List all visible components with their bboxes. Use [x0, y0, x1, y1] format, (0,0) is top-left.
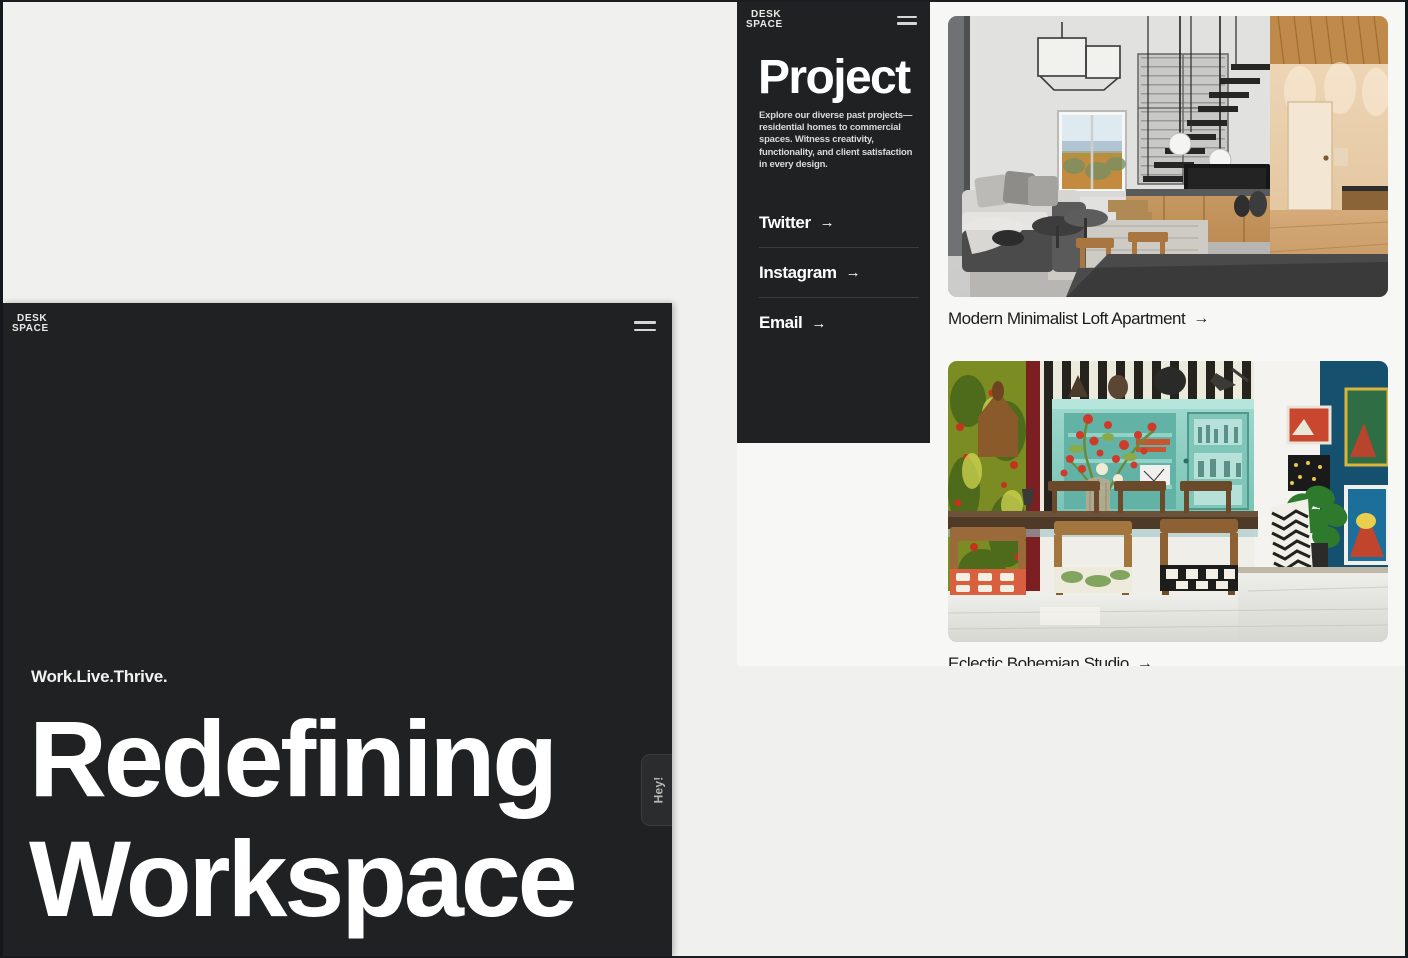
hero-title-line-2: Workspace — [29, 819, 649, 939]
project-hamburger-icon[interactable] — [897, 14, 917, 26]
project-links: Twitter → Instagram → Email → — [759, 198, 919, 348]
project-card-title: Eclectic Bohemian Studio — [948, 654, 1129, 666]
hero-title: Redefining Workspace Ambience — [29, 699, 649, 956]
project-card-title: Modern Minimalist Loft Apartment — [948, 309, 1185, 329]
project-page-title: Project — [758, 52, 910, 104]
hero-window: DESK SPACE Work.Live.Thrive. Redefining … — [3, 303, 672, 956]
project-card[interactable]: Eclectic Bohemian Studio → — [948, 361, 1388, 666]
project-card[interactable]: Modern Minimalist Loft Apartment → — [948, 16, 1388, 329]
hero-title-line-1: Redefining — [29, 699, 649, 819]
hey-side-tab-label: Hey! — [652, 777, 666, 804]
arrow-right-icon: → — [1193, 310, 1209, 328]
page-root: DESK SPACE Work.Live.Thrive. Redefining … — [0, 0, 1408, 958]
project-link-twitter-label: Twitter — [759, 213, 811, 233]
bohemian-studio-art — [948, 361, 1388, 642]
brand-logo[interactable]: DESK SPACE — [17, 314, 49, 333]
project-card-image — [948, 16, 1388, 297]
project-link-email[interactable]: Email → — [759, 298, 919, 348]
project-link-email-label: Email — [759, 313, 802, 333]
project-brand-logo-line2: SPACE — [746, 20, 783, 30]
project-link-instagram[interactable]: Instagram → — [759, 248, 919, 298]
loft-apartment-art — [948, 16, 1388, 297]
arrow-right-icon: → — [811, 315, 826, 332]
hero-title-line-3: Ambience — [29, 939, 649, 956]
project-link-twitter[interactable]: Twitter → — [759, 198, 919, 248]
project-brand-logo[interactable]: DESK SPACE — [751, 10, 783, 29]
hey-side-tab[interactable]: Hey! — [641, 754, 672, 826]
project-card-caption[interactable]: Modern Minimalist Loft Apartment → — [948, 309, 1388, 329]
brand-logo-line2: SPACE — [12, 324, 49, 334]
arrow-right-icon: → — [846, 264, 861, 281]
hero-eyebrow: Work.Live.Thrive. — [31, 667, 167, 687]
project-window: DESK SPACE Project Explore our diverse p… — [737, 2, 1405, 666]
project-card-image — [948, 361, 1388, 642]
project-sidebar: DESK SPACE Project Explore our diverse p… — [737, 2, 930, 443]
arrow-right-icon: → — [1137, 655, 1153, 666]
project-card-caption[interactable]: Eclectic Bohemian Studio → — [948, 654, 1388, 666]
hero-topbar: DESK SPACE — [3, 303, 672, 355]
hamburger-icon[interactable] — [634, 319, 656, 333]
project-description: Explore our diverse past projects—reside… — [759, 110, 919, 171]
arrow-right-icon: → — [820, 214, 835, 231]
project-link-instagram-label: Instagram — [759, 263, 837, 283]
